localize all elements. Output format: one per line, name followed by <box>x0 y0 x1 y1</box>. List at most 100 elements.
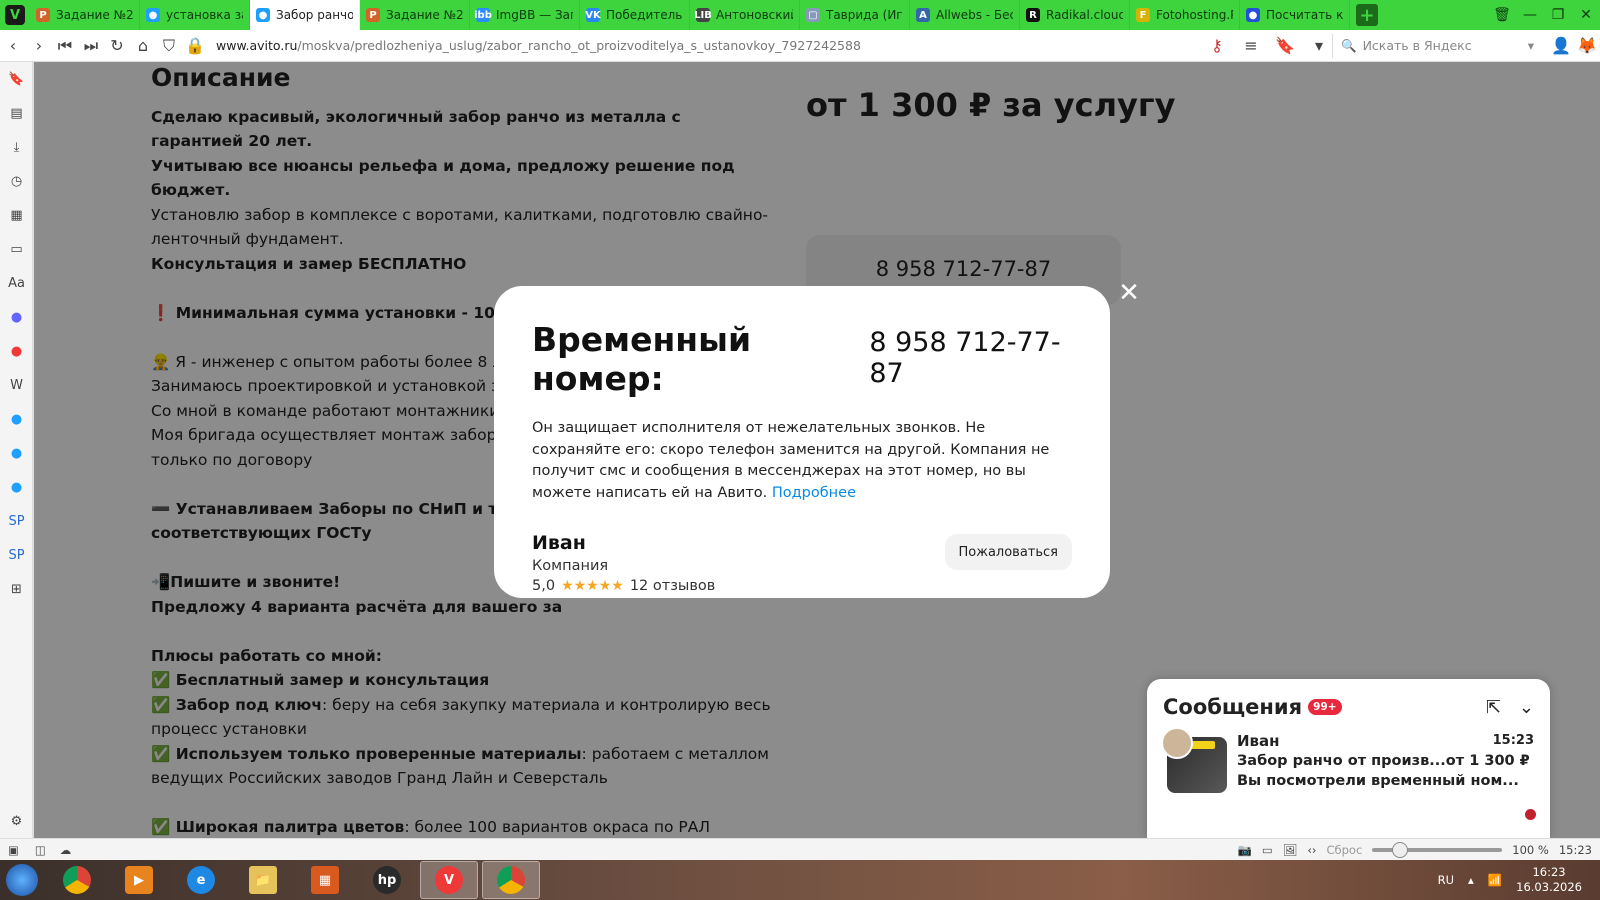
tab-favicon-icon: R <box>1026 8 1040 22</box>
vivaldi-icon[interactable]: ● <box>0 334 33 368</box>
settings-icon[interactable]: ⚙ <box>0 804 33 838</box>
wikipedia-icon[interactable]: W <box>0 368 33 402</box>
unread-badge: 99+ <box>1308 699 1342 715</box>
maximize-button[interactable]: ❐ <box>1544 0 1572 30</box>
clock-time: 16:23 <box>1532 865 1566 879</box>
history-icon[interactable]: ◷ <box>0 164 33 198</box>
chrome-profile-taskbar-icon[interactable] <box>482 861 540 899</box>
translate-icon[interactable]: Aa <box>0 266 33 300</box>
search-engine-dropdown-icon[interactable]: ▾ <box>1528 38 1534 53</box>
reading-list-icon[interactable]: ▤ <box>0 96 33 130</box>
hp-taskbar-icon[interactable]: hp <box>358 861 416 899</box>
windows-taskbar: ▶ e 📁 ▦ hp V RU ▴ 📶 16:23 16.03.2026 <box>0 860 1600 900</box>
minimize-button[interactable]: — <box>1516 0 1544 30</box>
zoom-slider[interactable] <box>1372 841 1503 858</box>
profile-avatar[interactable]: 👤 <box>1548 33 1574 59</box>
panel-toggle-icon[interactable]: ▣ <box>8 843 19 857</box>
search-placeholder: Искать в Яндекс <box>1362 38 1472 53</box>
window-panel-icon[interactable]: ▭ <box>0 232 33 266</box>
unread-dot <box>1525 809 1536 820</box>
media-player-taskbar-icon[interactable]: ▶ <box>110 861 168 899</box>
cloud-sync-icon[interactable]: ☁ <box>60 843 72 857</box>
browser-tab[interactable]: ibb ImgBB — Загр <box>470 0 580 30</box>
sp-panel-icon[interactable]: SP <box>0 504 33 538</box>
more-info-link[interactable]: Подробнее <box>772 485 856 501</box>
browser-tab[interactable]: P Задание №29... <box>30 0 140 30</box>
seller-block: Иван Компания 5,0 ★★★★★ 12 отзывов Пожал… <box>532 532 1072 594</box>
seller-name[interactable]: Иван <box>532 532 715 554</box>
new-tab-button[interactable]: + <box>1356 4 1378 26</box>
bookmarks-icon[interactable]: 🔖 <box>0 62 33 96</box>
report-button[interactable]: Пожаловаться <box>944 534 1072 570</box>
metamask-icon[interactable]: 🦊 <box>1574 33 1600 59</box>
browser-tab[interactable]: P Задание №29... <box>360 0 470 30</box>
tab-title: Задание №29... <box>56 8 133 22</box>
modal-description: Он защищает исполнителя от нежелательных… <box>532 418 1072 504</box>
image-icon[interactable]: 🖼 <box>1283 843 1298 857</box>
browser-tab[interactable]: ● Посчитать кол <box>1240 0 1350 30</box>
mastodon-icon[interactable]: ● <box>0 300 33 334</box>
messages-title[interactable]: Сообщения <box>1163 695 1302 719</box>
browser-tab[interactable]: LIB Антоновский. <box>690 0 800 30</box>
trash-icon[interactable]: 🗑 <box>1488 0 1516 30</box>
vivaldi-menu-button[interactable]: V <box>0 0 30 30</box>
chrome-taskbar-icon[interactable] <box>48 861 106 899</box>
status-clock: 15:23 <box>1558 842 1592 857</box>
network-icon[interactable]: 📶 <box>1488 873 1502 887</box>
tiling-icon[interactable]: ▭ <box>1262 843 1273 857</box>
address-bar: ‹ › ⏮ ⏭ ↻ ⌂ ⛉ 🔒 www.avito.ru/moskva/pred… <box>0 30 1600 62</box>
browser-tab[interactable]: ▢ Таврида (Игор <box>800 0 910 30</box>
dropdown-icon[interactable]: ▾ <box>1306 33 1332 59</box>
reviews-link[interactable]: 12 отзывов <box>630 578 716 594</box>
rewind-button[interactable]: ⏮ <box>52 33 78 59</box>
vivaldi-taskbar-icon[interactable]: V <box>420 861 478 899</box>
forward-button[interactable]: › <box>26 33 52 59</box>
tray-expand-icon[interactable]: ▴ <box>1468 873 1474 887</box>
browser-tab[interactable]: ● установка заб <box>140 0 250 30</box>
close-window-button[interactable]: ✕ <box>1572 0 1600 30</box>
tab-favicon-icon: P <box>36 8 50 22</box>
language-indicator[interactable]: RU <box>1438 873 1454 887</box>
reader-view-icon[interactable]: ≡ <box>1238 33 1264 59</box>
fast-forward-button[interactable]: ⏭ <box>78 33 104 59</box>
browser-tab[interactable]: A Allwebs - Бесп <box>910 0 1020 30</box>
office-taskbar-icon[interactable]: ▦ <box>296 861 354 899</box>
sp-panel-icon[interactable]: SP <box>0 538 33 572</box>
ie-taskbar-icon[interactable]: e <box>172 861 230 899</box>
code-icon[interactable]: ‹› <box>1307 843 1316 857</box>
reload-button[interactable]: ↻ <box>104 33 130 59</box>
messages-widget: Сообщения 99+ ⇱ ⌄ Иван 15:23 Забор ранчо… <box>1147 679 1550 838</box>
browser-tab[interactable]: F Fotohosting.Pr <box>1130 0 1240 30</box>
notes-icon[interactable]: ▦ <box>0 198 33 232</box>
downloads-icon[interactable]: ⤓ <box>0 130 33 164</box>
avito-panel-icon[interactable]: ● <box>0 470 33 504</box>
back-button[interactable]: ‹ <box>0 33 26 59</box>
start-button[interactable] <box>0 860 44 900</box>
avito-panel-icon[interactable]: ● <box>0 402 33 436</box>
explorer-taskbar-icon[interactable]: 📁 <box>234 861 292 899</box>
bookmark-icon[interactable]: 🔖 <box>1272 33 1298 59</box>
capture-icon[interactable]: 📷 <box>1238 843 1252 857</box>
url-field[interactable]: www.avito.ru/moskva/predlozheniya_uslug/… <box>216 38 1196 53</box>
chevron-down-icon[interactable]: ⌄ <box>1519 697 1534 718</box>
tab-title: Задание №29... <box>386 8 463 22</box>
open-external-icon[interactable]: ⇱ <box>1486 697 1501 718</box>
message-item[interactable]: Иван 15:23 Забор ранчо от произв...от 1 … <box>1161 727 1534 795</box>
browser-tab[interactable]: R Radikal.cloud - <box>1020 0 1130 30</box>
system-clock[interactable]: 16:23 16.03.2026 <box>1516 865 1582 895</box>
add-panel-icon[interactable]: ⊞ <box>0 572 33 606</box>
home-button[interactable]: ⌂ <box>130 33 156 59</box>
tile-icon[interactable]: ◫ <box>35 843 46 857</box>
shield-icon[interactable]: ⛉ <box>156 33 182 59</box>
zoom-reset-button[interactable]: Сброс <box>1327 843 1363 857</box>
temporary-phone-number[interactable]: 8 958 712-77-87 <box>869 327 1072 389</box>
tab-title: Fotohosting.Pr <box>1156 8 1233 22</box>
avito-panel-icon[interactable]: ● <box>0 436 33 470</box>
search-input[interactable]: 🔍 Искать в Яндекс ▾ <box>1332 33 1542 58</box>
address-actions: ⚷ ≡ 🔖 ▾ <box>1204 33 1332 59</box>
browser-tab[interactable]: VK Победитель Б <box>580 0 690 30</box>
browser-tab[interactable]: ● Забор ранчо о <box>250 0 360 30</box>
tab-favicon-icon: ● <box>256 8 270 22</box>
close-icon[interactable]: ✕ <box>1117 280 1141 306</box>
key-icon[interactable]: ⚷ <box>1204 33 1230 59</box>
